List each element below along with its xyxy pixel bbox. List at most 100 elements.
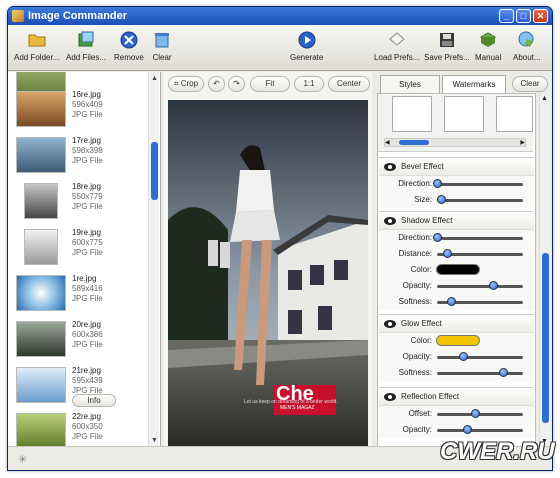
info-button[interactable]: Info: [72, 394, 116, 407]
file-dims: 596x409: [72, 100, 103, 109]
shadow-direction-slider[interactable]: [433, 233, 442, 242]
file-type: JPG File: [72, 202, 103, 211]
glow-softness-label: Softness:: [398, 368, 432, 377]
list-item[interactable]: 18re.jpg 550x779 JPG File: [10, 180, 148, 224]
add-files-label: Add Files...: [66, 53, 107, 62]
scroll-up-arrow-icon[interactable]: ▲: [150, 74, 159, 83]
magazine-subtitle: MEN'S MAGAZ: [280, 405, 315, 411]
watermark-thumb[interactable]: [496, 96, 533, 132]
reflection-opacity-slider[interactable]: [463, 425, 473, 434]
shadow-distance-slider[interactable]: [442, 249, 452, 258]
eye-icon[interactable]: [384, 217, 396, 225]
eye-icon[interactable]: [384, 320, 396, 328]
add-folder-button[interactable]: Add Folder...: [14, 28, 59, 62]
rotate-left-icon[interactable]: ↶: [208, 76, 225, 92]
list-item[interactable]: 19re.jpg 600x775 JPG File: [10, 226, 148, 270]
scrollbar-thumb[interactable]: [542, 253, 549, 423]
list-item[interactable]: 22re.jpg 600x350 JPG File: [10, 410, 148, 447]
clear-icon: [155, 33, 169, 48]
glow-softness-slider[interactable]: [498, 368, 508, 377]
file-dims: 600x350: [72, 422, 103, 431]
photo-caption: Let us keep on dreaming of a better worl…: [244, 399, 338, 405]
scroll-right-arrow-icon[interactable]: ▶: [520, 140, 525, 146]
rotate-right-icon[interactable]: ↷: [228, 76, 245, 92]
thumbnail: [24, 229, 58, 265]
close-button[interactable]: ✕: [533, 9, 548, 23]
effects-scrollbar[interactable]: ▲ ▼: [539, 93, 550, 447]
bevel-size-slider[interactable]: [437, 195, 446, 204]
reflection-offset-slider[interactable]: [471, 409, 481, 418]
glow-effect-title: Glow Effect: [401, 319, 442, 328]
manual-label: Manual: [475, 53, 502, 62]
shadow-direction-label: Direction:: [398, 233, 432, 242]
load-prefs-icon: [388, 32, 405, 46]
fit-button[interactable]: Fit: [250, 76, 290, 92]
shadow-softness-slider[interactable]: [447, 297, 457, 306]
manual-button[interactable]: Manual: [475, 28, 501, 62]
file-name: 17re.jpg: [72, 136, 101, 145]
thumbnail: [16, 275, 66, 311]
load-prefs-button[interactable]: Load Prefs...: [374, 28, 419, 62]
clear-button[interactable]: Clear: [152, 28, 172, 62]
scroll-left-arrow-icon[interactable]: ◀: [385, 140, 390, 146]
eye-icon[interactable]: [384, 163, 396, 171]
watermark-gallery: ◀ ▶: [378, 94, 533, 152]
effects-panel: Styles Watermarks Clear ◀ ▶ Bevel Effect…: [374, 72, 552, 447]
generate-button[interactable]: Generate: [290, 28, 323, 62]
glow-opacity-slider[interactable]: [458, 352, 468, 361]
file-name: 21re.jpg: [72, 366, 101, 375]
add-files-icon: [78, 31, 94, 47]
file-name: 18re.jpg: [72, 182, 101, 191]
list-item[interactable]: 17re.jpg 598x398 JPG File: [10, 134, 148, 178]
shadow-softness-label: Softness:: [398, 297, 432, 306]
crop-label: Crop: [180, 79, 199, 88]
about-icon: [518, 31, 534, 47]
tab-bar: Styles Watermarks Clear: [374, 75, 552, 93]
toolbar: Add Folder... Add Files... Remove Clear …: [8, 25, 552, 71]
viewer-toolbar: ⌗ Crop ↶ ↷ Fit 1:1 Center: [164, 76, 372, 93]
shadow-distance-label: Distance:: [398, 249, 432, 258]
minimize-button[interactable]: _: [499, 9, 514, 23]
tab-styles[interactable]: Styles: [380, 75, 440, 93]
tab-watermarks[interactable]: Watermarks: [442, 75, 506, 93]
watermark-thumb[interactable]: [392, 96, 432, 132]
remove-button[interactable]: Remove: [114, 28, 144, 62]
add-files-button[interactable]: Add Files...: [66, 28, 106, 62]
floppy-disk-icon: [439, 33, 454, 47]
glow-color-swatch[interactable]: [436, 335, 480, 346]
list-item[interactable]: 16re.jpg 596x409 JPG File: [10, 88, 148, 132]
watermark-thumb[interactable]: [444, 96, 484, 132]
clear-effects-button[interactable]: Clear: [512, 76, 548, 92]
shadow-opacity-slider[interactable]: [489, 281, 498, 290]
save-prefs-button[interactable]: Save Prefs...: [424, 28, 470, 62]
eye-icon[interactable]: [384, 393, 396, 401]
file-list-scrollbar[interactable]: ▲ ▼: [148, 72, 159, 447]
scroll-up-arrow-icon[interactable]: ▲: [541, 95, 548, 102]
center-button[interactable]: Center: [328, 76, 370, 92]
load-prefs-label: Load Prefs...: [374, 53, 420, 62]
crop-icon: ⌗: [173, 79, 181, 88]
file-type: JPG File: [72, 340, 103, 349]
preview-photo-art: [168, 100, 368, 446]
scroll-down-arrow-icon[interactable]: ▼: [150, 436, 159, 445]
shadow-opacity-label: Opacity:: [402, 281, 432, 290]
crop-button[interactable]: ⌗ Crop: [168, 76, 204, 92]
watermark-gallery-scrollbar[interactable]: ◀ ▶: [384, 138, 526, 147]
file-list-panel: 16re.jpg 596x409 JPG File 17re.jpg 598x398 J…: [8, 72, 161, 447]
book-icon: [480, 32, 497, 47]
bevel-direction-slider[interactable]: [433, 179, 442, 188]
list-item[interactable]: 20re.jpg 600x386 JPG File: [10, 318, 148, 362]
file-type: JPG File: [72, 110, 103, 119]
one-to-one-button[interactable]: 1:1: [294, 76, 324, 92]
thumbnail: [16, 321, 66, 357]
list-item[interactable]: 1re.jpg 589x416 JPG File: [10, 272, 148, 316]
about-button[interactable]: About...: [513, 28, 541, 62]
maximize-button[interactable]: □: [516, 9, 531, 23]
scrollbar-thumb[interactable]: [151, 142, 158, 200]
gallery-scroll-thumb[interactable]: [399, 140, 429, 145]
shadow-color-swatch[interactable]: [436, 264, 480, 275]
busy-spinner-icon: ✳: [18, 454, 28, 466]
thumbnail: [24, 183, 58, 219]
clear-label: Clear: [152, 53, 172, 62]
generate-label: Generate: [290, 53, 324, 62]
